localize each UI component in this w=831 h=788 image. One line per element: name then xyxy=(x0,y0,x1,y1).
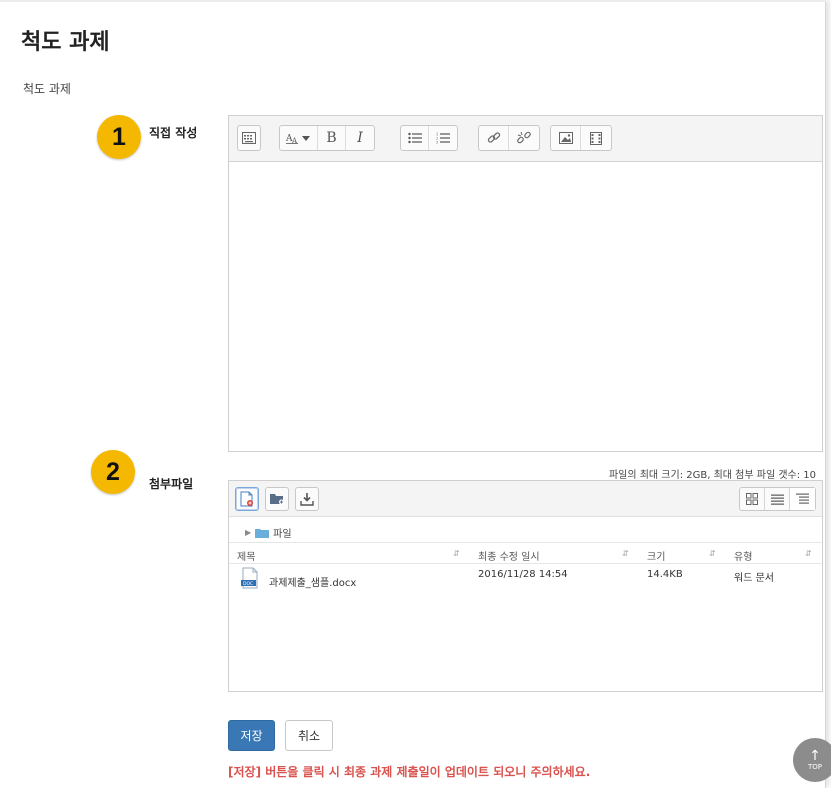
scroll-to-top-button[interactable]: ↑ TOP xyxy=(793,738,831,782)
sort-icon[interactable]: ⇵ xyxy=(805,549,812,558)
show-more-icon[interactable] xyxy=(238,126,260,150)
bullet-list-icon[interactable] xyxy=(401,126,429,150)
svg-text:DOC: DOC xyxy=(243,581,253,587)
save-warning-text: [저장] 버튼을 클릭 시 최종 과제 제출일이 업데이트 되오니 주의하세요. xyxy=(228,765,591,779)
svg-text:3: 3 xyxy=(436,141,438,145)
editor-text-area[interactable] xyxy=(229,163,822,451)
file-table-header: 제목 ⇵ 최종 수정 일시 ⇵ 크기 ⇵ 유형 ⇵ xyxy=(229,542,822,564)
unlink-icon[interactable] xyxy=(509,126,539,150)
arrow-up-icon: ↑ xyxy=(809,748,821,764)
folder-name: 파일 xyxy=(273,529,292,540)
folder-path[interactable]: ▶ 파일 xyxy=(245,525,292,540)
toolbar-group-lists: 123 xyxy=(400,125,458,151)
attachments-label: 첨부파일 xyxy=(149,477,194,491)
file-manager-toolbar xyxy=(229,481,822,517)
column-type[interactable]: 유형 xyxy=(734,548,752,563)
download-all-icon[interactable] xyxy=(295,487,319,511)
column-modified[interactable]: 최종 수정 일시 xyxy=(478,548,540,563)
add-file-icon[interactable] xyxy=(235,487,259,511)
list-view-icon[interactable] xyxy=(765,488,790,510)
file-limits-text: 파일의 최대 크기: 2GB, 최대 첨부 파일 갯수: 10 xyxy=(608,470,816,481)
step-badge-2: 2 xyxy=(91,450,135,494)
file-name[interactable]: 과제제출_샘플.docx xyxy=(269,574,356,589)
toolbar-group-more xyxy=(237,125,261,151)
sort-icon[interactable]: ⇵ xyxy=(622,549,629,558)
file-modified: 2016/11/28 14:54 xyxy=(478,569,568,580)
view-mode-group xyxy=(739,487,816,511)
media-icon[interactable] xyxy=(581,126,611,150)
tree-view-icon[interactable] xyxy=(790,488,815,510)
create-folder-icon[interactable] xyxy=(265,487,289,511)
expand-arrow-icon: ▶ xyxy=(245,528,252,537)
sort-icon[interactable]: ⇵ xyxy=(709,549,716,558)
column-title[interactable]: 제목 xyxy=(237,548,255,563)
docx-file-icon: DOC xyxy=(240,567,260,592)
link-icon[interactable] xyxy=(479,126,509,150)
toolbar-group-media xyxy=(550,125,612,151)
step-badge-1: 1 xyxy=(97,115,141,159)
svg-text:A: A xyxy=(291,137,298,144)
file-size: 14.4KB xyxy=(647,569,683,580)
column-size[interactable]: 크기 xyxy=(647,548,665,563)
page-frame: 척도 과제 척도 과제 1 직접 작성 AA B I 1 2 3 2 첨부파일 … xyxy=(0,0,826,788)
editor-toolbar: AA B I 123 xyxy=(229,116,822,162)
editor-label: 직접 작성 xyxy=(149,126,198,140)
file-type: 워드 문서 xyxy=(734,573,774,584)
font-size-icon[interactable]: AA xyxy=(280,126,318,150)
numbered-list-icon[interactable]: 123 xyxy=(429,126,457,150)
toolbar-group-links xyxy=(478,125,540,151)
page-title: 척도 과제 xyxy=(21,30,110,55)
cancel-button[interactable]: 취소 xyxy=(285,720,333,751)
image-icon[interactable] xyxy=(551,126,581,150)
sort-icon[interactable]: ⇵ xyxy=(453,549,460,558)
save-button[interactable]: 저장 xyxy=(228,720,275,751)
file-row[interactable]: DOC 과제제출_샘플.docx 2016/11/28 14:54 14.4KB… xyxy=(229,567,822,599)
italic-icon[interactable]: I xyxy=(346,126,374,150)
icon-view-icon[interactable] xyxy=(740,488,765,510)
top-divider xyxy=(0,0,826,2)
bold-icon[interactable]: B xyxy=(318,126,346,150)
top-label: TOP xyxy=(807,763,822,771)
folder-icon xyxy=(255,528,270,538)
toolbar-group-format: AA B I xyxy=(279,125,375,151)
rich-text-editor: AA B I 123 xyxy=(228,115,823,452)
breadcrumb: 척도 과제 xyxy=(23,82,71,96)
file-manager: ▶ 파일 제목 ⇵ 최종 수정 일시 ⇵ 크기 ⇵ 유형 ⇵ DOC 과제제출_… xyxy=(228,480,823,692)
